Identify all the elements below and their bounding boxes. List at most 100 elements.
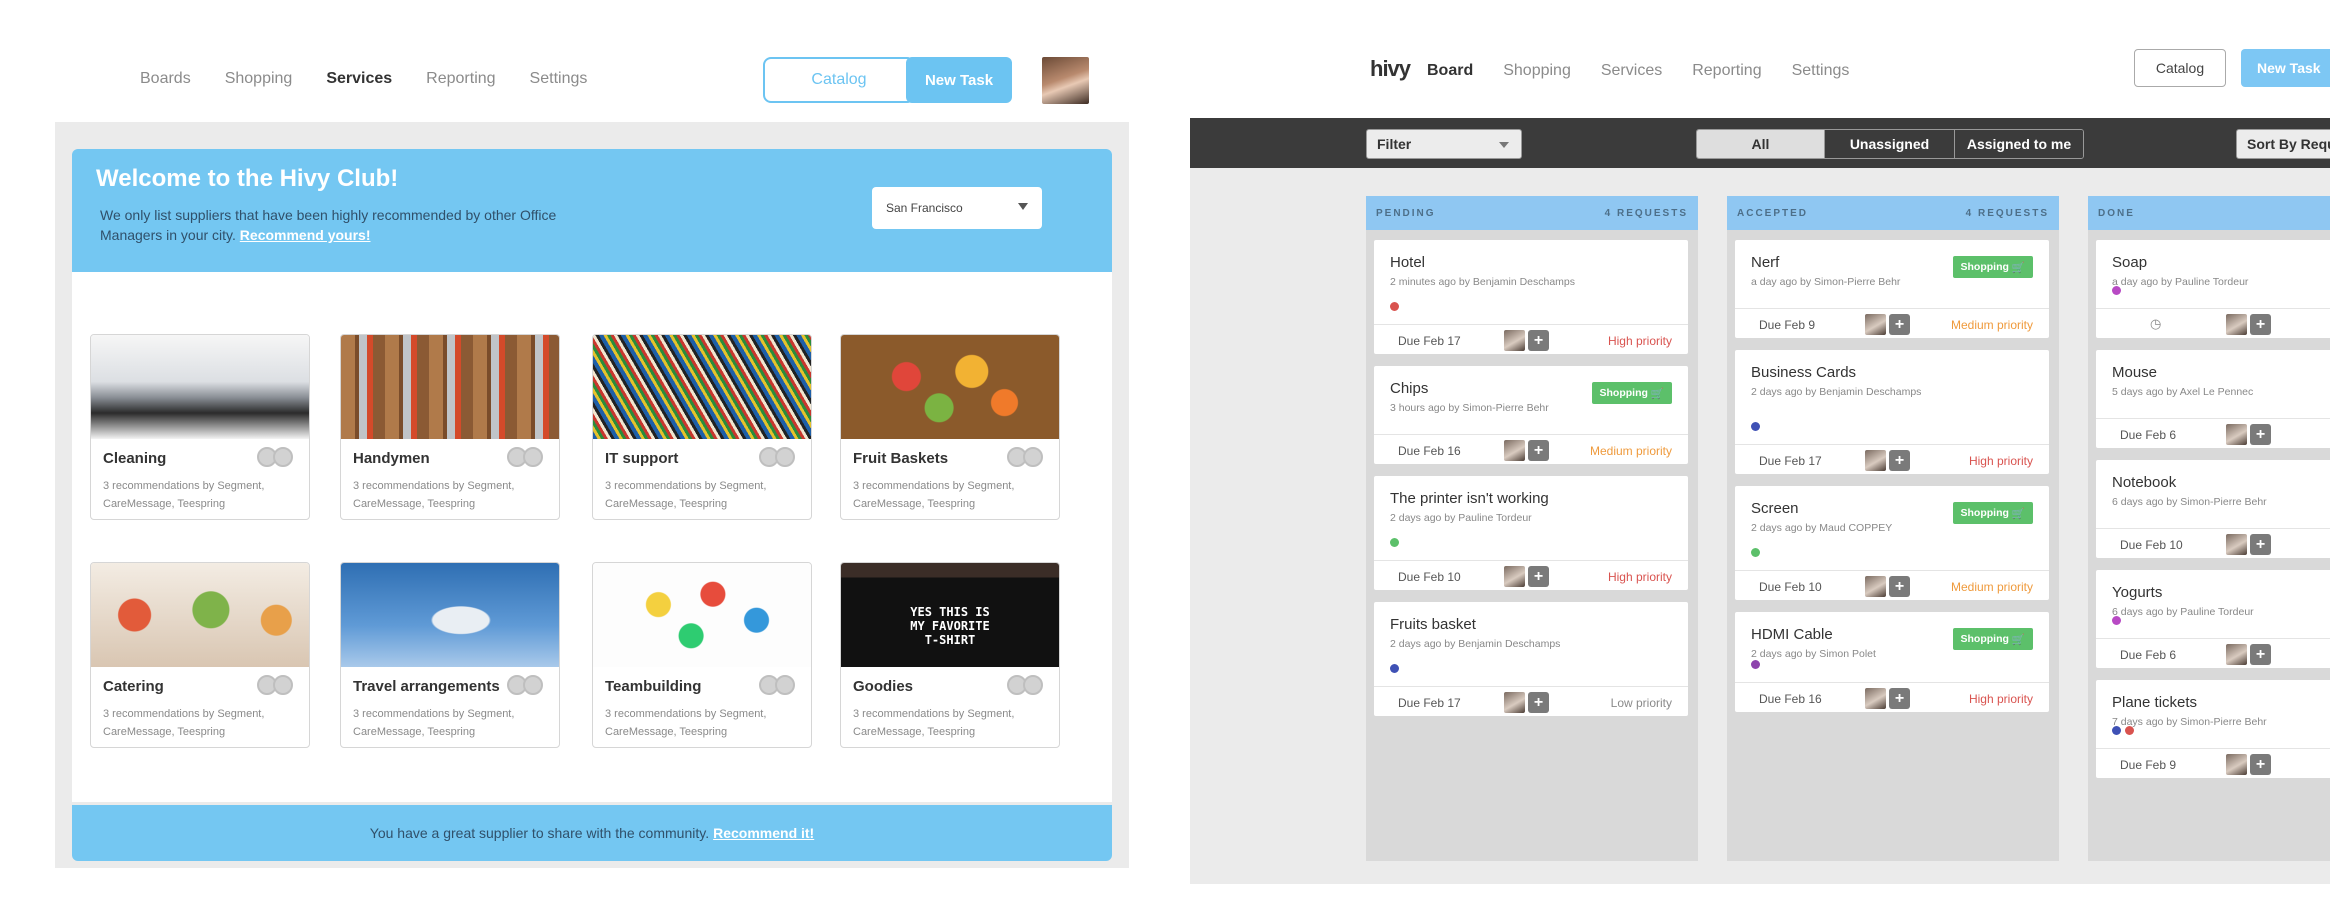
- recommend-toggle[interactable]: [257, 447, 299, 467]
- supplier-card[interactable]: Fruit Baskets 3 recommendations by Segme…: [840, 334, 1060, 520]
- segment-assigned-to-me[interactable]: Assigned to me: [1955, 130, 2083, 158]
- recommend-it-link[interactable]: Recommend it!: [713, 825, 814, 841]
- task-card[interactable]: Soap a day ago by Pauline Tordeur ◷ +: [2096, 240, 2330, 338]
- nav-board[interactable]: Board: [1427, 62, 1473, 80]
- assignee-avatar[interactable]: [1504, 440, 1525, 461]
- add-assignee-button[interactable]: +: [2250, 534, 2271, 555]
- card-image: [341, 563, 559, 667]
- nav-settings[interactable]: Settings: [530, 70, 588, 88]
- add-assignee-button[interactable]: +: [2250, 644, 2271, 665]
- catalog-button[interactable]: Catalog: [2134, 49, 2226, 87]
- recommend-toggle[interactable]: [759, 447, 801, 467]
- add-assignee-button[interactable]: +: [1528, 330, 1549, 351]
- task-card[interactable]: Hotel 2 minutes ago by Benjamin Deschamp…: [1374, 240, 1688, 354]
- banner-text: We only list suppliers that have been hi…: [100, 207, 557, 243]
- assignee-avatar[interactable]: [2226, 534, 2247, 555]
- recommend-toggle[interactable]: [759, 675, 801, 695]
- nav-reporting[interactable]: Reporting: [1692, 62, 1761, 80]
- assignee-avatar[interactable]: [1504, 566, 1525, 587]
- catalog-button[interactable]: Catalog: [763, 57, 915, 103]
- supplier-card[interactable]: Travel arrangements 3 recommendations by…: [340, 562, 560, 748]
- due-date: Due Feb 10: [1759, 580, 1822, 594]
- task-meta: 3 hours ago by Simon-Pierre Behr: [1390, 402, 1549, 414]
- task-card[interactable]: Fruits basket 2 days ago by Benjamin Des…: [1374, 602, 1688, 716]
- task-card[interactable]: Chips 3 hours ago by Simon-Pierre Behr S…: [1374, 366, 1688, 464]
- task-labels: [1751, 548, 1760, 557]
- task-labels: [2112, 286, 2121, 295]
- task-labels: [1390, 664, 1399, 673]
- add-assignee-button[interactable]: +: [2250, 754, 2271, 775]
- card-title: Teambuilding: [605, 678, 702, 695]
- task-footer: Due Feb 17 + High priority: [1735, 444, 2049, 474]
- task-card[interactable]: Plane tickets 7 days ago by Simon-Pierre…: [2096, 680, 2330, 778]
- add-assignee-button[interactable]: +: [2250, 424, 2271, 445]
- add-assignee-button[interactable]: +: [1889, 450, 1910, 471]
- task-card[interactable]: Nerf a day ago by Simon-Pierre Behr Shop…: [1735, 240, 2049, 338]
- task-card[interactable]: Screen 2 days ago by Maud COPPEY Shoppin…: [1735, 486, 2049, 600]
- nav-services[interactable]: Services: [326, 70, 392, 88]
- add-assignee-button[interactable]: +: [1528, 566, 1549, 587]
- nav-boards[interactable]: Boards: [140, 70, 191, 88]
- supplier-card[interactable]: Handymen 3 recommendations by Segment, C…: [340, 334, 560, 520]
- assignee-avatar[interactable]: [1865, 450, 1886, 471]
- label-dot: [1390, 538, 1399, 547]
- supplier-card[interactable]: IT support 3 recommendations by Segment,…: [592, 334, 812, 520]
- main-nav: Boards Shopping Services Reporting Setti…: [140, 70, 587, 88]
- city-select[interactable]: San Francisco: [872, 187, 1042, 229]
- nav-reporting[interactable]: Reporting: [426, 70, 495, 88]
- task-card[interactable]: The printer isn't working 2 days ago by …: [1374, 476, 1688, 590]
- assignee-avatar[interactable]: [2226, 314, 2247, 335]
- assignee-avatar[interactable]: [1865, 314, 1886, 335]
- filter-select[interactable]: Filter: [1366, 129, 1522, 159]
- assignee-avatar[interactable]: [2226, 644, 2247, 665]
- task-title: Chips: [1390, 380, 1429, 397]
- segment-unassigned[interactable]: Unassigned: [1825, 130, 1955, 158]
- supplier-card[interactable]: Cleaning 3 recommendations by Segment, C…: [90, 334, 310, 520]
- assignee-avatar[interactable]: [1504, 692, 1525, 713]
- add-assignee-button[interactable]: +: [1889, 576, 1910, 597]
- task-card[interactable]: Yogurts 6 days ago by Pauline Tordeur Du…: [2096, 570, 2330, 668]
- supplier-card[interactable]: YES THIS IS MY FAVORITE T-SHIRT Goodies …: [840, 562, 1060, 748]
- task-card[interactable]: HDMI Cable 2 days ago by Simon Polet Sho…: [1735, 612, 2049, 712]
- recommend-yours-link[interactable]: Recommend yours!: [240, 227, 371, 243]
- task-card[interactable]: Mouse 5 days ago by Axel Le Pennec Due F…: [2096, 350, 2330, 448]
- nav-shopping[interactable]: Shopping: [225, 70, 293, 88]
- priority-label: Medium priority: [1950, 580, 2033, 594]
- add-assignee-button[interactable]: +: [1528, 692, 1549, 713]
- new-task-button[interactable]: New Task: [906, 57, 1012, 103]
- recommend-toggle[interactable]: [507, 447, 549, 467]
- add-assignee-button[interactable]: +: [2250, 314, 2271, 335]
- welcome-banner: Welcome to the Hivy Club! We only list s…: [72, 149, 1112, 272]
- add-assignee-button[interactable]: +: [1528, 440, 1549, 461]
- assignee-avatar[interactable]: [1865, 576, 1886, 597]
- recommend-toggle[interactable]: [1007, 447, 1049, 467]
- recommend-toggle[interactable]: [257, 675, 299, 695]
- priority-label: High priority: [1968, 692, 2033, 706]
- nav-settings[interactable]: Settings: [1792, 62, 1850, 80]
- assignee-avatar[interactable]: [2226, 424, 2247, 445]
- recommend-toggle[interactable]: [1007, 675, 1049, 695]
- sort-button[interactable]: Sort By Reque: [2236, 129, 2330, 159]
- logo[interactable]: hivy: [1370, 56, 1411, 82]
- nav-shopping[interactable]: Shopping: [1503, 62, 1571, 80]
- shopping-tag: Shopping 🛒: [1952, 256, 2033, 278]
- task-card[interactable]: Business Cards 2 days ago by Benjamin De…: [1735, 350, 2049, 474]
- add-assignee-button[interactable]: +: [1889, 688, 1910, 709]
- nav-services[interactable]: Services: [1601, 62, 1662, 80]
- task-title: Yogurts: [2112, 584, 2163, 601]
- avatar[interactable]: [1042, 57, 1089, 104]
- assignee-avatar[interactable]: [2226, 754, 2247, 775]
- banner-title: Welcome to the Hivy Club!: [96, 165, 399, 192]
- task-meta: 2 days ago by Benjamin Deschamps: [1390, 638, 1561, 650]
- supplier-card[interactable]: Catering 3 recommendations by Segment, C…: [90, 562, 310, 748]
- assignee-avatar[interactable]: [1865, 688, 1886, 709]
- due-date: Due Feb 9: [1759, 318, 1816, 332]
- new-task-button[interactable]: New Task: [2241, 49, 2330, 87]
- add-assignee-button[interactable]: +: [1889, 314, 1910, 335]
- task-card[interactable]: Notebook 6 days ago by Simon-Pierre Behr…: [2096, 460, 2330, 558]
- board: PENDING 4 REQUESTS Hotel 2 minutes ago by…: [1190, 168, 2330, 884]
- assignee-avatar[interactable]: [1504, 330, 1525, 351]
- supplier-card[interactable]: Teambuilding 3 recommendations by Segmen…: [592, 562, 812, 748]
- recommend-toggle[interactable]: [507, 675, 549, 695]
- segment-all[interactable]: All: [1697, 130, 1825, 158]
